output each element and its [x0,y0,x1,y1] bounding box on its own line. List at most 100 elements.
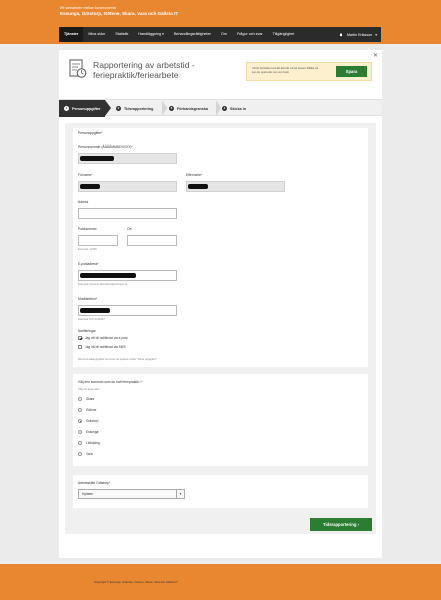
step-number: 2 [116,106,121,111]
radio-label: Grästorp [86,419,99,423]
zip-label: Postnummer [78,227,97,231]
step-number: 1 [64,106,69,111]
step-progress: 1 Personuppgifter 2 Tidsrapportering 3 F… [59,99,382,117]
zip-input[interactable] [78,235,118,246]
nav-item-faq[interactable]: Frågor och svar [232,27,268,42]
contact-note: Dina kontaktuppgifter kommer att sparas … [78,357,157,361]
site-title[interactable]: Essunga, Grästorp, Götene, Skara, Vara o… [60,11,441,17]
radio-grastorp[interactable]: Grästorp [78,419,98,423]
workplace-select[interactable]: Hylaten ▾ [78,489,185,499]
step-label: Tidsrapportering [124,106,154,111]
first-name-label: Förnamn* [78,173,93,177]
workplace-label: Arbetsställe Grästorp* [78,481,111,485]
nav-item-statistik[interactable]: Statistik [110,27,133,42]
save-hint: Vill du fortsätta med ditt ärende vid et… [252,67,318,74]
form-title-row: Rapportering av arbetstid - feriepraktik… [69,59,195,80]
zip-hint: Exempel: 12345 [78,248,97,251]
step-forhandsgranska[interactable]: 3 Förhandsgranska [169,100,208,117]
redacted-value [80,273,136,278]
save-notice: Vill du fortsätta med ditt ärende vid et… [246,62,372,81]
nav-item-mina-sidor[interactable]: Mina sidor [83,27,110,42]
personal-info-section: Personuppgifter* Personnummer (ÅÅÅÅMMDDX… [73,128,368,367]
next-button[interactable]: Tidsrapportering › [310,518,372,531]
radio-label: Götene [86,408,97,412]
step-personuppgifter[interactable]: 1 Personuppgifter [59,100,105,117]
page-title-line2: feriepraktik/feriearbete [93,70,179,80]
main-nav: Tjänster Mina sidor Statistik Handläggni… [59,27,381,42]
page-title: Rapportering av arbetstid - feriepraktik… [93,60,195,80]
address-label: Adress [78,200,89,204]
radio-skara[interactable]: Skara [78,397,94,401]
radio-label: Skara [86,397,95,401]
step-arrow [105,100,111,116]
notify-sms-label: Jag vill bli notifierad via SMS [85,345,126,349]
nav-item-om[interactable]: Om [216,27,232,42]
section-label: Personuppgifter* [78,131,103,135]
pnr-label: Personnummer (ÅÅÅÅMMDDXXXX)* [78,145,133,149]
checkbox-checked[interactable] [78,336,82,340]
workplace-section: Arbetsställe Grästorp* Hylaten ▾ [73,475,368,508]
step-number: 4 [222,106,227,111]
redacted-value [188,184,208,189]
nav-item-handlaggning[interactable]: Handläggning ▾ [133,27,169,42]
chevron-down-icon: ▾ [176,490,184,498]
city-input[interactable] [127,235,177,246]
form-card: ✕ Rapportering av arbetstid - ferieprakt… [59,50,382,558]
radio-lidkoping[interactable]: Lidköping [78,441,100,445]
radio-label: Lidköping [86,441,100,445]
step-separator [216,100,221,116]
step-label: Personuppgifter [72,106,101,111]
chevron-right-icon: › [357,522,359,527]
email-hint: Exempel: fornamn.efternamn@exempel.se [78,283,128,286]
city-label: Ort [127,227,132,231]
nav-item-handlaggning-label: Handläggning [138,32,162,36]
email-label: E-postadress* [78,262,99,266]
document-clock-icon [69,59,87,78]
chevron-down-icon: ▾ [162,32,164,36]
step-tidsrapportering[interactable]: 2 Tidsrapportering [116,100,153,117]
step-label: Förhandsgranska [177,106,208,111]
next-button-label: Tidsrapportering [322,522,357,527]
radio-button-selected[interactable] [78,419,82,423]
radio-label: Essunga [86,430,99,434]
address-input[interactable] [78,208,177,219]
radio-gotene[interactable]: Götene [78,408,96,412]
redacted-value [80,184,100,189]
page-title-line1: Rapportering av arbetstid - [93,60,195,70]
redacted-value [80,308,110,313]
step-label: Skicka in [230,106,246,111]
copyright: Copyright © Essunga, Grästorp, Götene, S… [94,580,178,584]
radio-label: Vara [86,452,93,456]
notifications-label: Notifieringar [78,329,96,333]
radio-essunga[interactable]: Essunga [78,430,98,434]
nav-item-rattigheter[interactable]: Behandlingsrättigheter [169,27,216,42]
nav-item-tjanster[interactable]: Tjänster [59,27,84,42]
workplace-selected-value: Hylaten [82,492,94,496]
step-number: 3 [169,106,174,111]
save-button[interactable]: Spara [336,66,367,77]
radio-button[interactable] [78,441,82,445]
radio-button[interactable] [78,397,82,401]
radio-button[interactable] [78,408,82,412]
step-separator [162,100,167,116]
radio-button[interactable] [78,452,82,456]
notify-email-label: Jag vill bli notifierad via e-post [85,336,128,340]
notify-email-checkbox[interactable]: Jag vill bli notifierad via e-post [78,336,128,340]
redacted-value [80,156,114,161]
municipality-instruction: Välj ett alternativ [78,387,100,391]
form-body: Personuppgifter* Personnummer (ÅÅÅÅMMDDX… [65,123,376,534]
notify-sms-checkbox[interactable]: Jag vill bli notifierad via SMS [78,345,126,349]
radio-vara[interactable]: Vara [78,452,93,456]
chevron-down-icon[interactable]: ▾ [375,33,381,37]
municipality-question: Välj den kommun som du haft feriepraktik… [78,380,143,384]
last-name-label: Efternamn* [186,173,203,177]
checkbox-unchecked[interactable] [78,345,82,349]
site-footer: Copyright © Essunga, Grästorp, Götene, S… [0,564,441,600]
phone-label: Mobiltelefon* [78,297,98,301]
close-icon[interactable]: ✕ [373,52,378,59]
phone-hint: Exempel: 070-1234567 [78,318,105,321]
user-menu[interactable]: Martin Eriksson [344,33,375,37]
step-skicka-in[interactable]: 4 Skicka in [222,100,246,117]
radio-button[interactable] [78,430,82,434]
nav-item-tillganglighet[interactable]: Tillgänglighet [268,27,300,42]
